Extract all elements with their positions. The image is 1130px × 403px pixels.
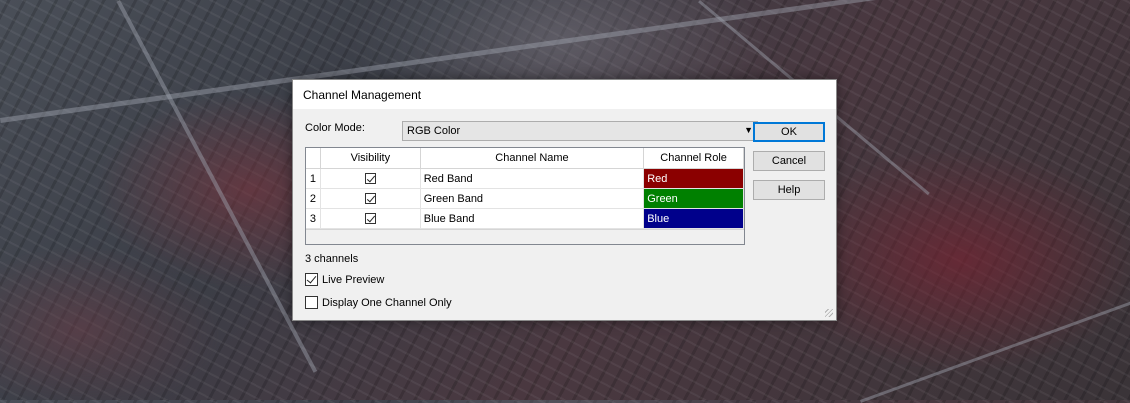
channel-name-cell[interactable]: Red Band [421, 169, 645, 188]
table-header: Visibility Channel Name Channel Role [306, 148, 744, 169]
live-preview-option[interactable]: Live Preview [305, 273, 384, 286]
channel-table: Visibility Channel Name Channel Role 1 R… [305, 147, 745, 245]
color-mode-value: RGB Color [407, 125, 461, 137]
visibility-cell [321, 169, 421, 188]
dialog-title: Channel Management [303, 87, 422, 102]
channel-role-cell[interactable]: Red [644, 169, 744, 188]
chevron-down-icon: ▼ [744, 125, 753, 135]
channel-management-dialog: Channel Management Color Mode: RGB Color… [292, 79, 837, 321]
visibility-cell [321, 189, 421, 208]
live-preview-checkbox[interactable] [305, 273, 318, 286]
ok-button[interactable]: OK [753, 122, 825, 142]
channel-count-text: 3 channels [305, 253, 359, 265]
dialog-titlebar[interactable]: Channel Management [293, 80, 836, 109]
one-channel-label[interactable]: Display One Channel Only [322, 297, 452, 309]
one-channel-checkbox[interactable] [305, 296, 318, 309]
cancel-button[interactable]: Cancel [753, 151, 825, 171]
channel-name-cell[interactable]: Green Band [421, 189, 645, 208]
color-mode-label: Color Mode: [305, 122, 365, 134]
color-mode-select[interactable]: RGB Color ▼ [402, 121, 758, 141]
one-channel-option[interactable]: Display One Channel Only [305, 296, 452, 309]
visibility-checkbox[interactable] [364, 213, 376, 224]
visibility-checkbox[interactable] [364, 193, 376, 204]
row-number: 1 [306, 169, 321, 188]
visibility-cell [321, 209, 421, 228]
header-channel-role[interactable]: Channel Role [644, 148, 744, 168]
row-number: 2 [306, 189, 321, 208]
table-row[interactable]: 3 Blue Band Blue [306, 209, 744, 229]
row-number: 3 [306, 209, 321, 228]
table-empty-area [306, 229, 744, 244]
channel-name-cell[interactable]: Blue Band [421, 209, 645, 228]
channel-role-cell[interactable]: Blue [644, 209, 744, 228]
header-channel-name[interactable]: Channel Name [421, 148, 645, 168]
header-num [306, 148, 321, 168]
help-button[interactable]: Help [753, 180, 825, 200]
color-mode-row: Color Mode: RGB Color ▼ [305, 121, 758, 141]
table-row[interactable]: 1 Red Band Red [306, 169, 744, 189]
table-row[interactable]: 2 Green Band Green [306, 189, 744, 209]
resize-grip-icon[interactable] [825, 309, 833, 317]
header-visibility[interactable]: Visibility [321, 148, 421, 168]
channel-role-cell[interactable]: Green [644, 189, 744, 208]
live-preview-label[interactable]: Live Preview [322, 274, 384, 286]
visibility-checkbox[interactable] [364, 173, 376, 184]
